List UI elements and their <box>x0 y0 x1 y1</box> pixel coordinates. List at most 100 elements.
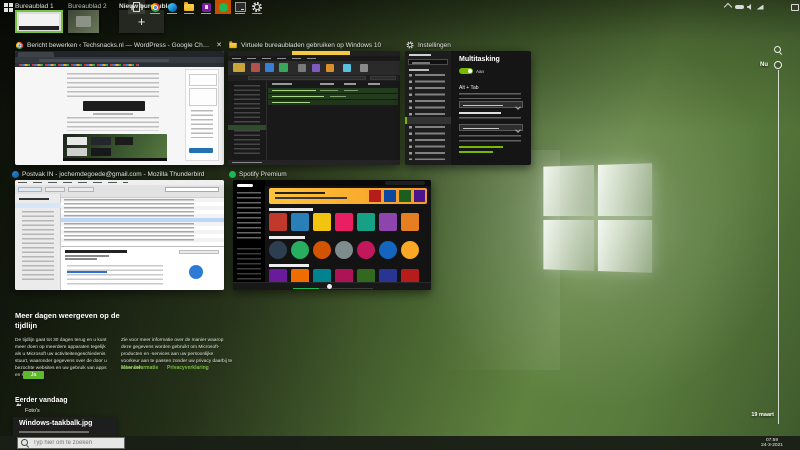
task-view-button[interactable] <box>128 0 145 14</box>
toolbar-search-box <box>165 187 219 192</box>
album-tile[interactable] <box>401 241 419 259</box>
taskbar-terminal-button[interactable] <box>232 0 248 14</box>
taskbar-edge-button[interactable] <box>164 0 180 14</box>
accept-button[interactable]: Ja <box>23 371 44 379</box>
album-tile[interactable] <box>379 241 397 259</box>
thunderbird-window-thumbnail[interactable] <box>15 180 224 290</box>
message-body-skeleton <box>67 265 163 285</box>
sidebar-nav-skeleton <box>237 192 261 240</box>
search-input[interactable] <box>33 440 121 446</box>
embedded-taskbar <box>63 158 167 161</box>
explorer-window-thumbnail[interactable] <box>228 51 400 165</box>
taskbar-clock[interactable]: 07:59 24-3-2021 <box>755 438 789 450</box>
action-center-button[interactable] <box>789 0 800 14</box>
toolbar-button <box>45 186 65 192</box>
settings-dropdown[interactable] <box>459 101 523 108</box>
plus-icon: + <box>137 14 146 29</box>
taskbar-chrome-button[interactable] <box>147 0 163 14</box>
ribbon-icon <box>360 64 368 72</box>
spotify-topbar <box>265 180 431 186</box>
album-tile[interactable] <box>269 213 287 231</box>
explorer-ribbon <box>228 61 400 75</box>
file-meta-bar <box>344 89 358 92</box>
album-tile[interactable] <box>357 241 375 259</box>
more-info-link[interactable]: Meer informatie <box>121 365 158 371</box>
toolbar-button <box>68 186 94 192</box>
file-row-selected <box>268 94 398 99</box>
spotify-window-titlebar[interactable]: Spotify Premium <box>229 169 429 179</box>
selected-folder-row <box>15 203 61 208</box>
taskbar-spotify-button-flashing[interactable] <box>215 0 231 14</box>
album-tile[interactable] <box>401 213 419 231</box>
explorer-status-bar <box>228 160 400 165</box>
start-button[interactable] <box>0 0 17 14</box>
taskbar-search[interactable] <box>17 437 125 449</box>
chrome-window-thumbnail[interactable] <box>15 51 224 165</box>
privacy-statement-link[interactable]: Privacyverklaring <box>167 365 209 371</box>
ribbon-icon <box>233 63 245 72</box>
file-row-selected <box>268 100 398 105</box>
settings-search-box <box>408 59 448 65</box>
album-tile[interactable] <box>313 213 331 231</box>
explorer-address-row <box>228 75 400 81</box>
search-icon <box>21 438 30 448</box>
explorer-tree-skeleton <box>234 85 260 157</box>
settings-window-thumbnail[interactable]: Multitasking Aan Alt + Tab <box>405 51 531 165</box>
album-tile[interactable] <box>291 241 309 259</box>
settings-dropdown[interactable] <box>459 124 523 131</box>
file-name-bar <box>272 95 324 98</box>
album-tile[interactable] <box>335 213 353 231</box>
desktop1-thumbnail[interactable] <box>15 10 63 33</box>
photos-app-label: Foto's <box>25 408 40 414</box>
thunderbird-window-titlebar[interactable]: Postvak IN - jochemdegoede@gmail.com - M… <box>12 169 224 179</box>
embedded-thumb <box>91 137 111 145</box>
timeline-search-icon[interactable] <box>774 46 783 55</box>
user-pill <box>385 181 425 185</box>
activity-card-subtext-bar <box>19 431 89 433</box>
edge-icon <box>167 2 177 12</box>
tray-onedrive-button[interactable] <box>734 0 745 14</box>
selected-message-row <box>61 218 224 222</box>
progress-fill <box>293 287 319 289</box>
album-tile[interactable] <box>357 213 375 231</box>
taskbar-settings-button[interactable] <box>249 0 265 14</box>
settings-window-titlebar[interactable]: Instellingen <box>405 40 531 50</box>
desktop2-thumbnail[interactable] <box>68 10 99 33</box>
chrome-close-button[interactable]: ✕ <box>214 41 224 49</box>
message-list-header <box>61 194 224 198</box>
album-tile[interactable] <box>313 241 331 259</box>
album-tile[interactable] <box>379 213 397 231</box>
taskbar-explorer-button[interactable] <box>181 0 197 14</box>
album-tile[interactable] <box>269 241 287 259</box>
settings-search-placeholder-bar <box>412 62 430 64</box>
settings-active-item <box>405 117 451 124</box>
spotify-icon <box>229 170 236 178</box>
settings-toggle[interactable] <box>459 68 473 74</box>
file-meta-bar <box>330 95 346 98</box>
spotify-window-thumbnail[interactable] <box>233 180 431 290</box>
embedded-thumb <box>115 137 133 145</box>
tray-expand-button[interactable] <box>722 0 734 14</box>
timeline-promo-heading: Meer dagen weergeven op de tijdlijn <box>15 311 120 330</box>
sidebar-panel <box>189 74 217 86</box>
publish-button <box>189 148 213 153</box>
message-meta-bar <box>65 258 97 260</box>
album-tile[interactable] <box>335 241 353 259</box>
embedded-thumb <box>91 148 111 156</box>
timeline-scrubber-line[interactable] <box>778 70 779 424</box>
album-grid-row <box>269 213 419 231</box>
timeline-now-marker[interactable] <box>774 61 782 69</box>
taskbar-purple-app-button[interactable] <box>198 0 214 14</box>
album-tile[interactable] <box>291 213 309 231</box>
tray-volume-button[interactable] <box>745 0 755 14</box>
settings-gear-icon <box>406 41 414 49</box>
task-view-screen: Bureaublad 1 Bureaublad 2 Nieuw bureaubl… <box>0 0 800 450</box>
banner-art <box>369 190 381 202</box>
thunderbird-window-title: Postvak IN - jochemdegoede@gmail.com - M… <box>22 170 205 178</box>
activity-card[interactable]: Windows-taakbalk.jpg <box>13 417 117 437</box>
explorer-window-titlebar[interactable]: Virtuele bureaubladen gebruiken op Windo… <box>228 40 400 50</box>
chrome-window-titlebar[interactable]: Bericht bewerken ‹ Techsnacks.nl — WordP… <box>15 40 224 50</box>
tray-network-button[interactable] <box>755 0 765 14</box>
file-row-selected <box>268 88 398 93</box>
settings-active-accent <box>405 117 407 124</box>
